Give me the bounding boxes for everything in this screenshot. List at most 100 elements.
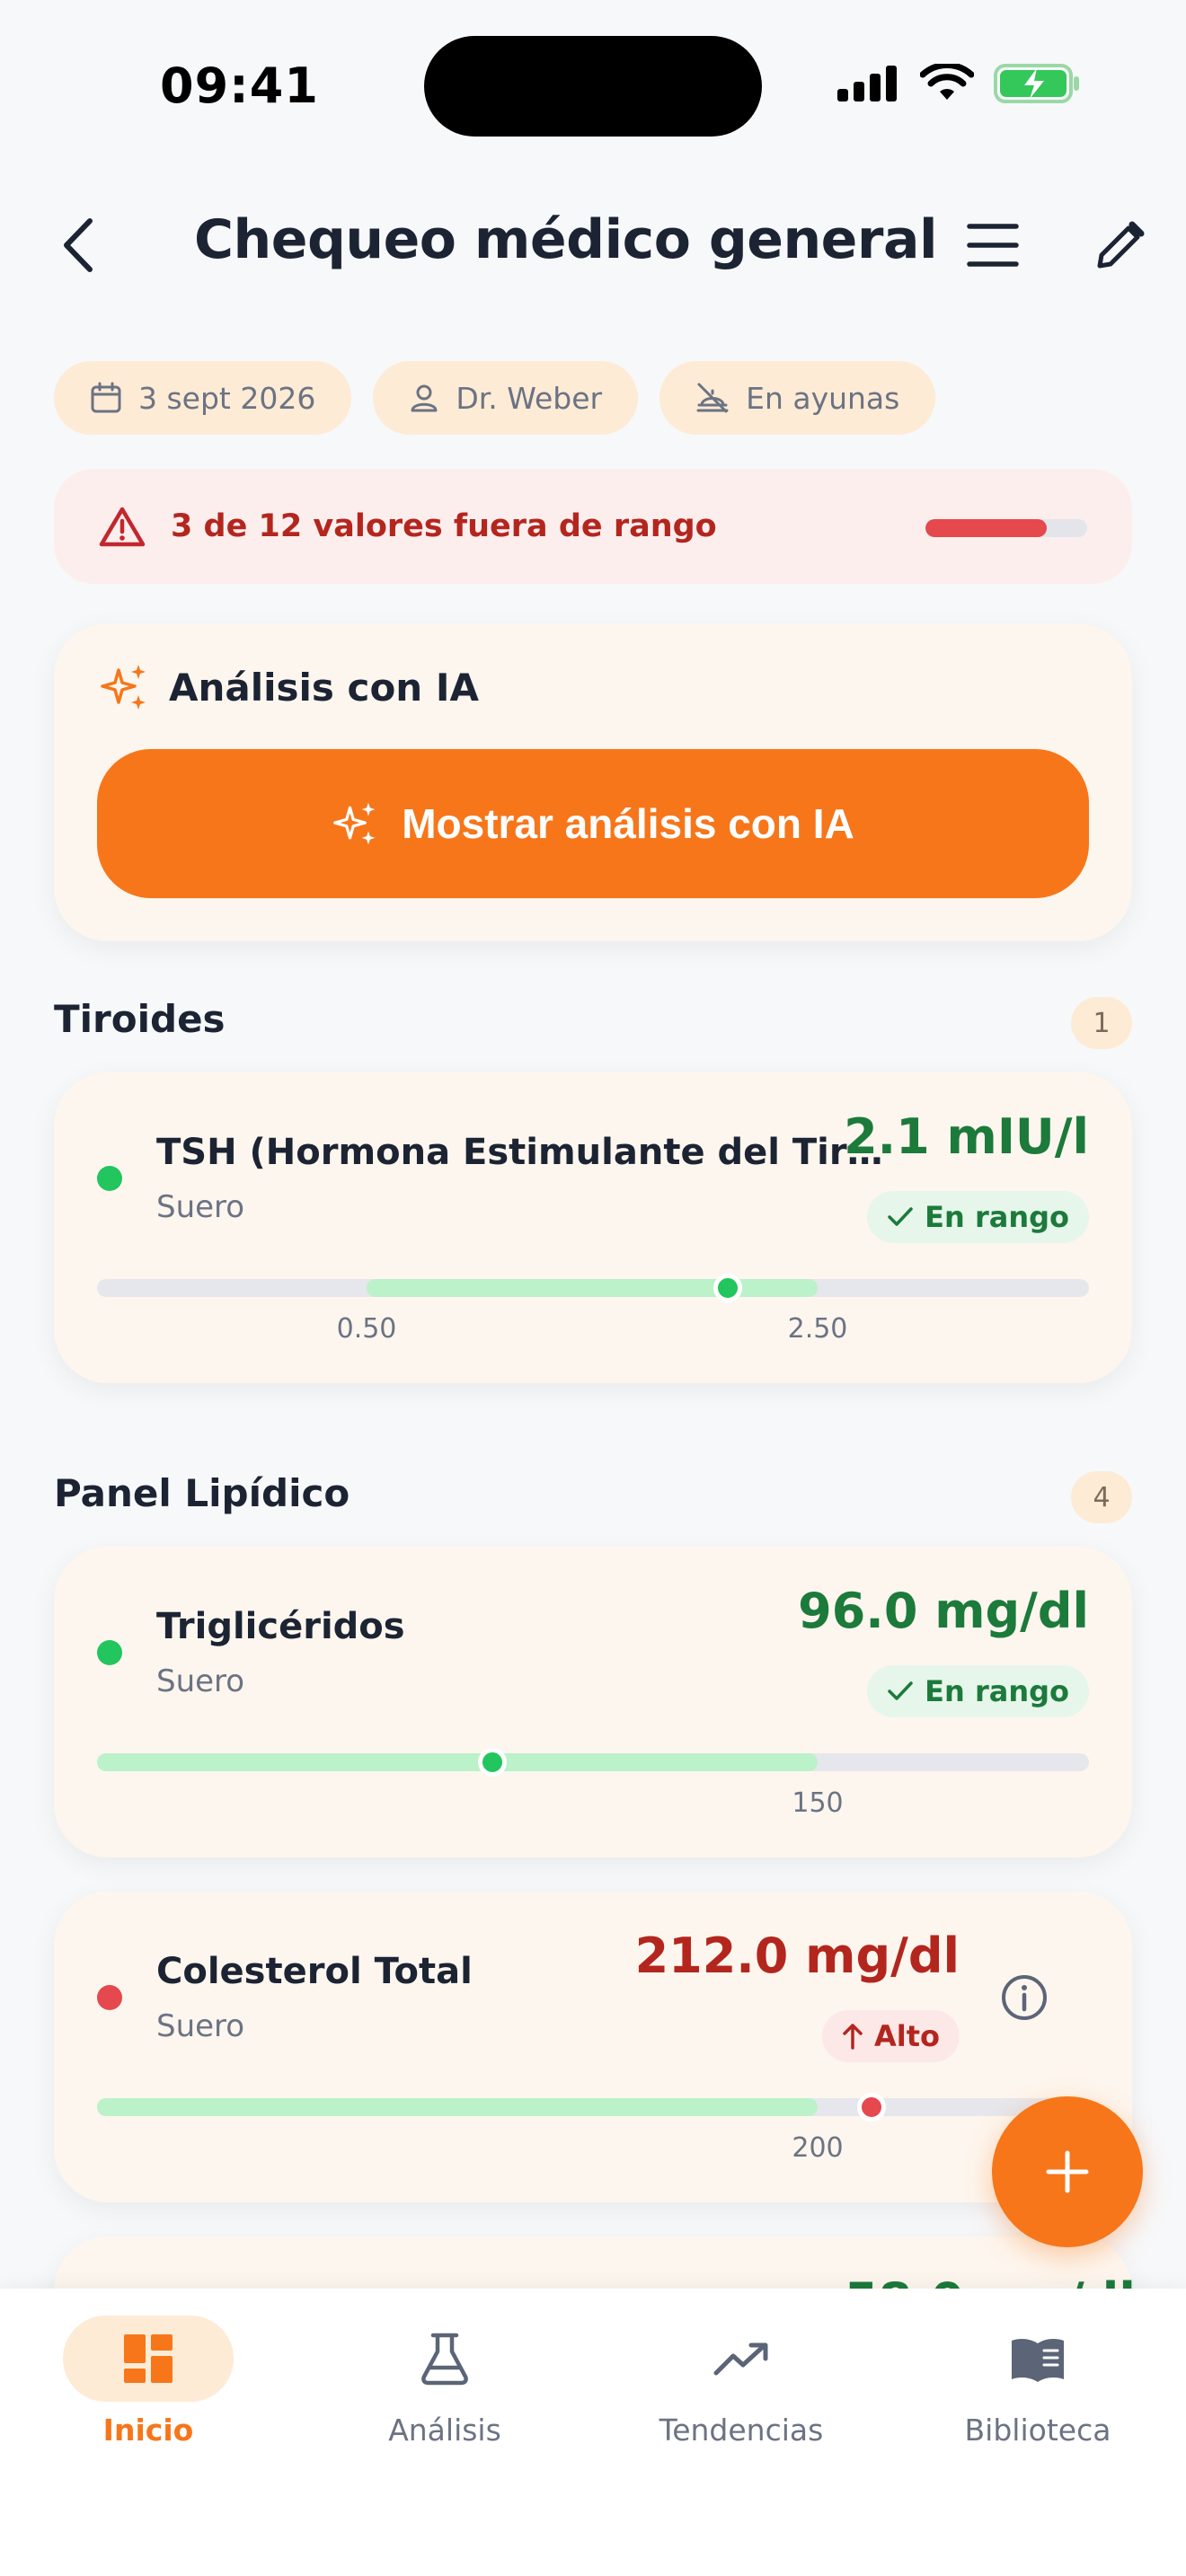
menu-button[interactable]	[961, 214, 1024, 277]
result-specimen: Suero	[156, 2008, 245, 2044]
chip-date[interactable]: 3 sept 2026	[54, 361, 352, 435]
back-button[interactable]	[50, 214, 104, 277]
edit-button[interactable]	[1089, 214, 1152, 277]
nav-label: Tendencias	[659, 2413, 824, 2448]
result-value: 2.1 mIU/l	[844, 1108, 1089, 1165]
result-specimen: Suero	[156, 1663, 245, 1699]
range-normal-band	[97, 2098, 818, 2116]
out-of-range-alert[interactable]: 3 de 12 valores fuera de rango	[54, 469, 1132, 584]
status-dot	[97, 1985, 122, 2010]
range-low-label: 0.50	[336, 1313, 397, 1345]
status-badge-label: Alto	[873, 2019, 940, 2053]
info-chips: 3 sept 2026 Dr. Weber En ayunas	[54, 361, 936, 435]
result-card-total-cholesterol[interactable]: Colesterol Total Suero 212.0 mg/dl Alto …	[54, 1892, 1132, 2202]
range-high-label: 2.50	[787, 1313, 848, 1345]
status-badge: En rango	[867, 1191, 1089, 1243]
section-header-thyroid: Tiroides 1	[54, 997, 1132, 1051]
chip-fasting-label: En ayunas	[746, 380, 900, 416]
chip-fasting[interactable]: En ayunas	[659, 361, 936, 435]
ai-title-row: Análisis con IA	[99, 661, 479, 713]
screen: 09:41 Chequeo médico general 3 sept 2026…	[0, 0, 1186, 2576]
value-marker	[713, 1274, 742, 1302]
warning-icon	[99, 507, 146, 547]
dashboard-icon	[124, 2334, 173, 2383]
range-track	[97, 2093, 1089, 2122]
nav-icon-wrap	[359, 2316, 530, 2402]
alert-progress-fill	[925, 519, 1047, 537]
nav-item-analisis[interactable]: Análisis	[296, 2316, 593, 2477]
plus-icon	[1046, 2150, 1089, 2193]
chip-doctor[interactable]: Dr. Weber	[373, 361, 639, 435]
status-icons	[837, 63, 1080, 104]
bottom-nav: Inicio Análisis Tendencias Biblioteca	[0, 2289, 1186, 2576]
header: Chequeo médico general	[0, 201, 1186, 282]
value-marker	[857, 2093, 886, 2122]
alert-progress-bar	[925, 519, 1087, 537]
status-time: 09:41	[160, 57, 319, 114]
status-badge-label: En rango	[925, 1674, 1069, 1708]
hamburger-icon	[967, 224, 1019, 267]
result-name: TSH (Hormona Estimulante del Tiroid...	[156, 1132, 902, 1173]
sparkles-icon	[101, 665, 146, 710]
status-dot	[97, 1640, 122, 1665]
fasting-icon	[696, 383, 729, 413]
chip-doctor-label: Dr. Weber	[456, 380, 603, 416]
calendar-icon	[91, 382, 121, 413]
ai-title: Análisis con IA	[169, 665, 479, 710]
signal-icon	[837, 66, 897, 101]
pencil-icon	[1097, 221, 1145, 269]
nav-item-biblioteca[interactable]: Biblioteca	[890, 2316, 1186, 2477]
chip-date-label: 3 sept 2026	[138, 380, 316, 416]
nav-icon-highlight	[63, 2316, 234, 2402]
info-icon	[1002, 1975, 1047, 2020]
battery-charging-icon	[994, 64, 1079, 103]
flask-icon	[421, 2333, 468, 2386]
nav-item-tendencias[interactable]: Tendencias	[593, 2316, 890, 2477]
section-title: Tiroides	[54, 997, 226, 1041]
ai-analysis-card: Análisis con IA Mostrar análisis con IA	[54, 623, 1132, 941]
book-icon	[1012, 2339, 1064, 2382]
add-result-button[interactable]	[992, 2096, 1143, 2247]
status-dot	[97, 1166, 122, 1191]
status-badge: Alto	[821, 2010, 960, 2062]
nav-item-inicio[interactable]: Inicio	[0, 2316, 296, 2477]
result-name: Triglicéridos	[156, 1606, 405, 1647]
wifi-icon	[920, 64, 974, 100]
result-card-tsh[interactable]: TSH (Hormona Estimulante del Tiroid... S…	[54, 1072, 1132, 1383]
sparkles-icon	[333, 802, 376, 845]
nav-label: Biblioteca	[964, 2413, 1111, 2448]
show-ai-analysis-button[interactable]: Mostrar análisis con IA	[97, 749, 1089, 898]
result-value: 212.0 mg/dl	[634, 1928, 960, 1984]
range-high-label: 200	[792, 2132, 844, 2164]
range-normal-band	[97, 1753, 818, 1771]
status-badge: En rango	[867, 1665, 1089, 1717]
range-normal-band	[367, 1279, 818, 1297]
section-title: Panel Lipídico	[54, 1471, 350, 1515]
result-name: Colesterol Total	[156, 1951, 473, 1992]
chevron-left-icon	[64, 218, 93, 272]
result-card-triglycerides[interactable]: Triglicéridos Suero 96.0 mg/dl En rango …	[54, 1547, 1132, 1857]
page-title: Chequeo médico general	[194, 208, 938, 271]
result-value: 96.0 mg/dl	[798, 1583, 1089, 1639]
person-icon	[411, 384, 438, 412]
check-icon	[888, 1207, 913, 1226]
ai-button-label: Mostrar análisis con IA	[402, 800, 854, 847]
alert-text: 3 de 12 valores fuera de rango	[171, 508, 717, 544]
trend-icon	[713, 2342, 768, 2376]
check-icon	[888, 1681, 913, 1700]
nav-label: Análisis	[388, 2413, 501, 2448]
section-count-badge: 1	[1071, 997, 1132, 1049]
info-button[interactable]	[997, 1971, 1051, 2025]
result-specimen: Suero	[156, 1189, 245, 1225]
dynamic-island	[424, 36, 762, 137]
range-track	[97, 1274, 1089, 1302]
nav-icon-wrap	[656, 2316, 827, 2402]
value-marker	[478, 1748, 507, 1777]
range-track	[97, 1748, 1089, 1777]
nav-icon-wrap	[952, 2316, 1123, 2402]
section-count-badge: 4	[1071, 1471, 1132, 1523]
range-high-label: 150	[792, 1787, 844, 1819]
status-badge-label: En rango	[925, 1200, 1069, 1234]
section-header-lipid: Panel Lipídico 4	[54, 1471, 1132, 1525]
nav-label: Inicio	[102, 2413, 194, 2448]
